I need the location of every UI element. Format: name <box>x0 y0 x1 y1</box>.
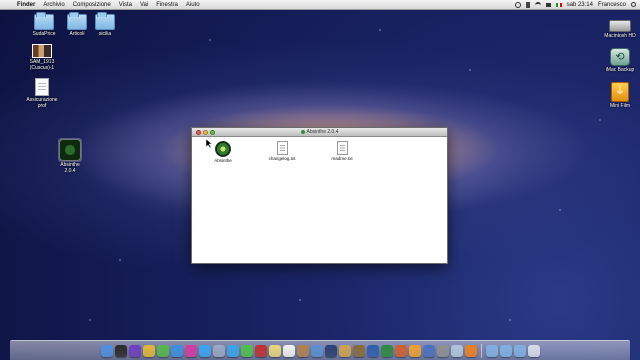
photo-booth-icon[interactable] <box>254 344 267 357</box>
menu-archivio[interactable]: Archivio <box>39 0 68 10</box>
dock-separator <box>480 343 482 358</box>
mouse-cursor-icon <box>206 139 212 148</box>
menu-clock[interactable]: sab 23:14 <box>567 2 593 8</box>
pages-icon[interactable] <box>408 344 421 357</box>
menu-finder[interactable]: Finder <box>13 0 39 10</box>
desktop-icon-absinthe-dmg[interactable]: Absinthe 2.0.4 <box>50 139 90 174</box>
folder-applications-icon[interactable] <box>485 344 498 357</box>
window-content: Absinthe changelog.txt readme.txt <box>192 137 447 264</box>
document-icon <box>35 78 49 96</box>
folder-documents-icon[interactable] <box>499 344 512 357</box>
menu-bar: Finder Archivio Composizione Vista Vai F… <box>0 0 640 10</box>
finder-icon[interactable] <box>100 344 113 357</box>
file-item-changelog[interactable]: changelog.txt <box>264 141 300 162</box>
word-icon[interactable] <box>366 344 379 357</box>
photo-icon <box>32 44 52 58</box>
menu-user[interactable]: Francesco <box>598 2 626 8</box>
window-controls <box>196 130 215 135</box>
messages-icon[interactable] <box>240 344 253 357</box>
disk-image-small-icon <box>300 130 305 134</box>
finder-window: Absinthe 2.0.4 Absinthe changelog.txt re… <box>191 127 448 264</box>
dock <box>10 340 630 360</box>
volume-icon[interactable] <box>545 2 551 7</box>
menu-aiuto[interactable]: Aiuto <box>182 0 204 10</box>
folder-icon <box>95 12 115 30</box>
text-file-icon <box>336 141 348 155</box>
utorrent-icon[interactable] <box>156 344 169 357</box>
preview-icon[interactable] <box>338 344 351 357</box>
garageband-icon[interactable] <box>352 344 365 357</box>
folder-icon <box>34 12 54 30</box>
zoom-button[interactable] <box>210 130 215 135</box>
desktop-icon-label: iMac Backup <box>605 67 635 73</box>
address-book-icon[interactable] <box>296 344 309 357</box>
desktop-icon-macintosh-hd[interactable]: Macintosh HD <box>600 20 640 39</box>
absinthe-app-icon <box>215 141 231 157</box>
photoshop-icon[interactable] <box>324 344 337 357</box>
window-title-text: Absinthe 2.0.4 <box>306 129 339 135</box>
file-label: Absinthe <box>214 158 232 163</box>
desktop-icon-mini-film[interactable]: ⏚ Mini Film <box>600 82 640 109</box>
chrome-icon[interactable] <box>142 344 155 357</box>
window-title: Absinthe 2.0.4 <box>300 129 339 135</box>
bluetooth-icon[interactable] <box>525 1 530 8</box>
hard-drive-icon <box>609 20 631 32</box>
menu-vai[interactable]: Vai <box>136 0 152 10</box>
desktop-icon-label: sicilia <box>98 31 112 37</box>
spotlight-icon[interactable] <box>631 2 636 7</box>
itunes-icon[interactable] <box>184 344 197 357</box>
file-label: readme.txt <box>331 156 353 161</box>
calendar-icon[interactable] <box>282 344 295 357</box>
file-label: changelog.txt <box>268 156 296 161</box>
menu-finestra[interactable]: Finestra <box>152 0 182 10</box>
notes-icon[interactable] <box>268 344 281 357</box>
system-preferences-icon[interactable] <box>436 344 449 357</box>
desktop-icon-label-2: 2.0.4 <box>64 168 76 174</box>
mail-icon[interactable] <box>212 344 225 357</box>
desktop-icon-sam-1913[interactable]: SAM_1913 (Cuscus)-1 <box>22 44 62 71</box>
desktop-icon-label-2: prof <box>37 103 47 109</box>
minimize-button[interactable] <box>203 130 208 135</box>
safari-icon[interactable] <box>170 344 183 357</box>
file-item-readme[interactable]: readme.txt <box>324 141 360 162</box>
usb-drive-icon: ⏚ <box>611 82 629 102</box>
trash-icon[interactable] <box>527 344 540 357</box>
app-store-icon[interactable] <box>198 344 211 357</box>
dashboard-icon[interactable] <box>114 344 127 357</box>
image-capture-icon[interactable] <box>450 344 463 357</box>
menu-vista[interactable]: Vista <box>115 0 136 10</box>
desktop-icon-assicurazione[interactable]: Assicurazione prof <box>22 78 62 109</box>
folder-icon <box>67 12 87 30</box>
desktop-icon-label: Mini Film <box>610 103 630 109</box>
text-file-icon <box>276 141 288 155</box>
desktop-icon-imac-backup[interactable]: ⟲ iMac Backup <box>600 48 640 73</box>
vlc-icon[interactable] <box>464 344 477 357</box>
mission-control-icon[interactable] <box>128 344 141 357</box>
folder-downloads-icon[interactable] <box>513 344 526 357</box>
desktop-icon-sicilia[interactable]: sicilia <box>85 12 125 37</box>
window-titlebar[interactable]: Absinthe 2.0.4 <box>192 128 447 137</box>
menu-composizione[interactable]: Composizione <box>69 0 115 10</box>
powerpoint-icon[interactable] <box>394 344 407 357</box>
xcode-icon[interactable] <box>422 344 435 357</box>
excel-icon[interactable] <box>380 344 393 357</box>
time-machine-status-icon[interactable] <box>514 1 521 8</box>
iphoto-icon[interactable] <box>310 344 323 357</box>
close-button[interactable] <box>196 130 201 135</box>
desktop-icon-label-2: (Cuscus)-1 <box>29 65 55 71</box>
menu-extras: sab 23:14 Francesco <box>514 1 640 8</box>
desktop-icon-label: Macintosh HD <box>604 33 636 39</box>
disk-image-icon <box>59 139 81 161</box>
flag-icon[interactable] <box>555 2 562 7</box>
wifi-icon[interactable] <box>534 1 541 8</box>
time-machine-icon: ⟲ <box>610 48 630 66</box>
skype-icon[interactable] <box>226 344 239 357</box>
